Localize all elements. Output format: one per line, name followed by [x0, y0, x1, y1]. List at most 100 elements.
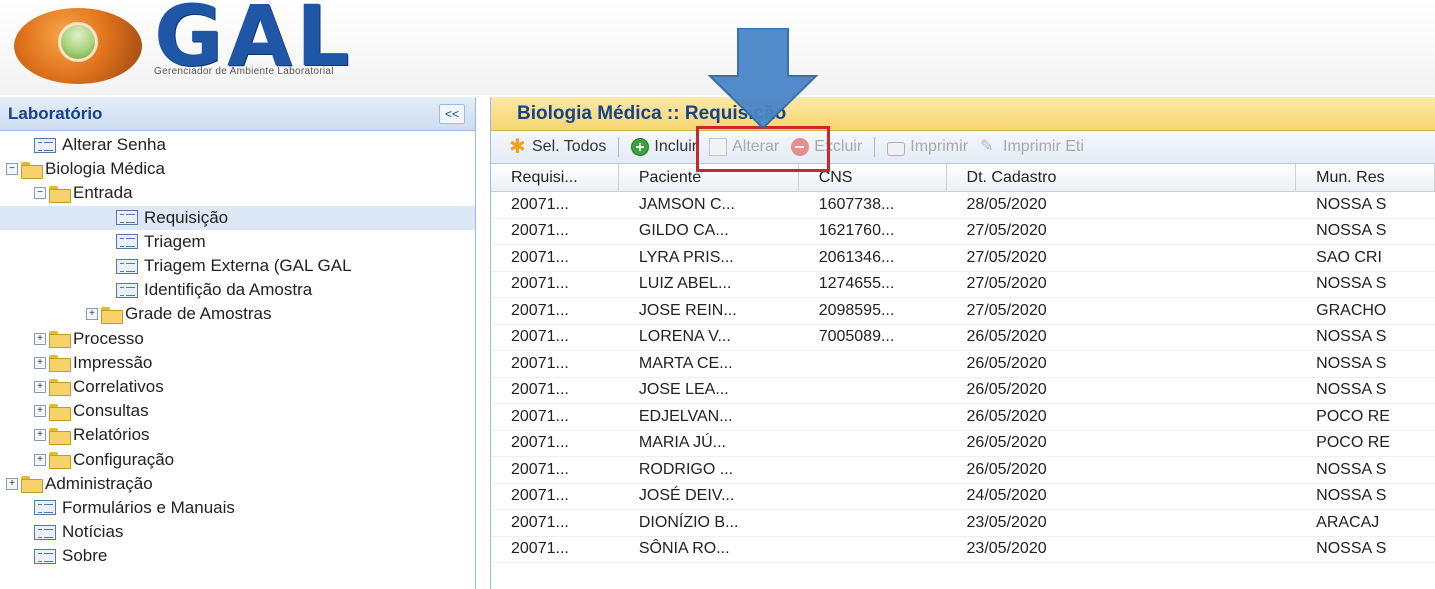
tree-item-relatorios[interactable]: + Relatórios: [0, 423, 475, 447]
folder-icon: [49, 331, 71, 349]
table-row[interactable]: 20071... LUIZ ABEL... 1274655... 27/05/2020…: [491, 272, 1435, 298]
tree-item-correlativos[interactable]: + Correlativos: [0, 375, 475, 399]
tree-item-label: Triagem: [144, 231, 206, 251]
table-row[interactable]: 20071... MARIA JÚ... 26/05/2020 POCO RE: [491, 431, 1435, 457]
tree-item-formularios-e-manuais[interactable]: Formulários e Manuais: [0, 496, 475, 520]
cell-paciente: LORENA V...: [638, 328, 731, 346]
tree-item-noticias[interactable]: Notícias: [0, 520, 475, 544]
expand-icon[interactable]: +: [86, 308, 98, 321]
folder-icon: [49, 185, 71, 203]
tree-item-consultas[interactable]: + Consultas: [0, 399, 475, 423]
collapse-icon[interactable]: −: [34, 187, 46, 200]
tree-item-sobre[interactable]: Sobre: [0, 544, 475, 568]
cell-dt-cadastro: 27/05/2020: [966, 275, 1047, 293]
tree-item-requisicao[interactable]: Requisição: [0, 205, 475, 230]
column-header-requisicao[interactable]: Requisi...: [491, 164, 619, 191]
cell-mun-res: NOSSA S: [1316, 275, 1387, 293]
tree-item-grade-de-amostras[interactable]: + Grade de Amostras: [0, 302, 475, 326]
expand-icon[interactable]: +: [34, 356, 46, 369]
cell-cns: [799, 404, 947, 430]
print-button[interactable]: Imprimir: [881, 134, 974, 160]
table-row[interactable]: 20071... MARTA CE... 26/05/2020 NOSSA S: [491, 351, 1435, 378]
collapse-sidebar-button[interactable]: <<: [439, 103, 465, 124]
table-row[interactable]: 20071... JOSE REIN... 2098595... 27/05/2020…: [491, 298, 1435, 325]
tree-item-entrada[interactable]: − Entrada: [0, 181, 475, 205]
cell-requisicao: 20071...: [511, 407, 569, 425]
expand-icon[interactable]: +: [34, 429, 46, 442]
expand-icon[interactable]: +: [34, 453, 46, 466]
tree-item-administracao[interactable]: + Administração: [0, 472, 475, 496]
page-icon: [116, 258, 138, 274]
cell-dt-cadastro: 27/05/2020: [966, 222, 1047, 240]
tree-item-identificao-da-amostra[interactable]: Identifição da Amostra: [0, 278, 475, 302]
tree-item-configuracao[interactable]: + Configuração: [0, 447, 475, 471]
tree-item-processo[interactable]: + Processo: [0, 327, 475, 351]
cell-dt-cadastro: 27/05/2020: [966, 248, 1047, 266]
expand-icon[interactable]: +: [34, 332, 46, 345]
grid-body: 20071... JAMSON C... 1607738... 28/05/2020 N…: [491, 192, 1435, 563]
toolbar: ✱ Sel. Todos Incluir Alterar Excluir Imp…: [491, 131, 1435, 164]
cell-cns: 7005089...: [818, 328, 895, 346]
select-all-button[interactable]: ✱ Sel. Todos: [503, 134, 612, 160]
cell-paciente: JOSÉ DEIV...: [638, 487, 735, 505]
sidebar-title: Laboratório: [8, 103, 103, 123]
tree-item-label: Configuração: [73, 449, 175, 469]
print-label-label: Imprimir Eti: [1003, 138, 1084, 155]
table-row[interactable]: 20071... LORENA V... 7005089... 26/05/2020 N…: [491, 325, 1435, 351]
tree-item-alterar-senha[interactable]: Alterar Senha: [0, 133, 475, 157]
cell-dt-cadastro: 23/05/2020: [966, 513, 1047, 531]
cell-paciente: MARIA JÚ...: [638, 434, 726, 452]
table-row[interactable]: 20071... SÔNIA RO... 23/05/2020 NOSSA S: [491, 537, 1435, 563]
table-row[interactable]: 20071... JOSE LEA... 26/05/2020 NOSSA S: [491, 378, 1435, 404]
tree-item-triagem-externa-gal-gal[interactable]: Triagem Externa (GAL GAL: [0, 254, 475, 278]
cell-requisicao: 20071...: [511, 540, 569, 558]
column-header-mun-res[interactable]: Mun. Res: [1296, 164, 1435, 191]
expand-icon[interactable]: +: [34, 380, 46, 393]
navigation-tree: Alterar Senha − Biologia Médica − Entrada Req…: [0, 131, 475, 568]
cell-paciente: JAMSON C...: [638, 195, 735, 213]
table-row[interactable]: 20071... RODRIGO ... 26/05/2020 NOSSA S: [491, 457, 1435, 484]
collapse-icon[interactable]: −: [6, 163, 18, 176]
tree-item-impressao[interactable]: + Impressão: [0, 351, 475, 375]
table-row[interactable]: 20071... GILDO CA... 1621760... 27/05/2020 N…: [491, 219, 1435, 245]
tree-item-label: Notícias: [62, 522, 124, 542]
print-label: Imprimir: [910, 138, 969, 155]
column-header-dt-cadastro[interactable]: Dt. Cadastro: [947, 164, 1297, 191]
include-button[interactable]: Incluir: [625, 134, 703, 160]
cell-cns: [799, 378, 947, 404]
cell-mun-res: POCO RE: [1316, 434, 1390, 452]
cell-paciente: JOSE LEA...: [638, 381, 729, 399]
page-icon: [116, 234, 138, 250]
logo-emblem-icon: [14, 8, 142, 84]
cell-cns: 1621760...: [818, 222, 895, 240]
tree-item-triagem[interactable]: Triagem: [0, 230, 475, 254]
column-header-paciente[interactable]: Paciente: [619, 164, 799, 191]
table-row[interactable]: 20071... EDJELVAN... 26/05/2020 POCO RE: [491, 404, 1435, 431]
table-row[interactable]: 20071... LYRA PRIS... 2061346... 27/05/2020…: [491, 245, 1435, 272]
delete-button[interactable]: Excluir: [785, 134, 868, 160]
expand-icon[interactable]: +: [6, 477, 18, 490]
tree-item-label: Sobre: [62, 546, 108, 566]
edit-button[interactable]: Alterar: [703, 134, 785, 160]
page-icon: [116, 210, 138, 226]
tree-item-label: Impressão: [73, 352, 153, 372]
folder-icon: [49, 452, 71, 470]
cell-paciente: DIONÍZIO B...: [638, 513, 739, 531]
cell-mun-res: NOSSA S: [1316, 222, 1387, 240]
print-label-button[interactable]: ✎ Imprimir Eti: [974, 134, 1090, 160]
cell-mun-res: NOSSA S: [1316, 540, 1387, 558]
folder-icon: [21, 476, 43, 494]
column-header-cns[interactable]: CNS: [799, 164, 947, 191]
cell-mun-res: NOSSA S: [1316, 460, 1387, 478]
expand-icon[interactable]: +: [34, 405, 46, 418]
folder-icon: [49, 427, 71, 445]
toolbar-separator: [618, 137, 620, 157]
table-row[interactable]: 20071... JOSÉ DEIV... 24/05/2020 NOSSA S: [491, 484, 1435, 510]
cell-paciente: LUIZ ABEL...: [638, 275, 732, 293]
cell-mun-res: GRACHO: [1316, 301, 1387, 319]
table-row[interactable]: 20071... DIONÍZIO B... 23/05/2020 ARACAJ: [491, 510, 1435, 537]
folder-icon: [101, 306, 123, 324]
tree-item-biologia-medica[interactable]: − Biologia Médica: [0, 157, 475, 181]
cell-requisicao: 20071...: [511, 248, 569, 266]
table-row[interactable]: 20071... JAMSON C... 1607738... 28/05/2020 N…: [491, 192, 1435, 219]
